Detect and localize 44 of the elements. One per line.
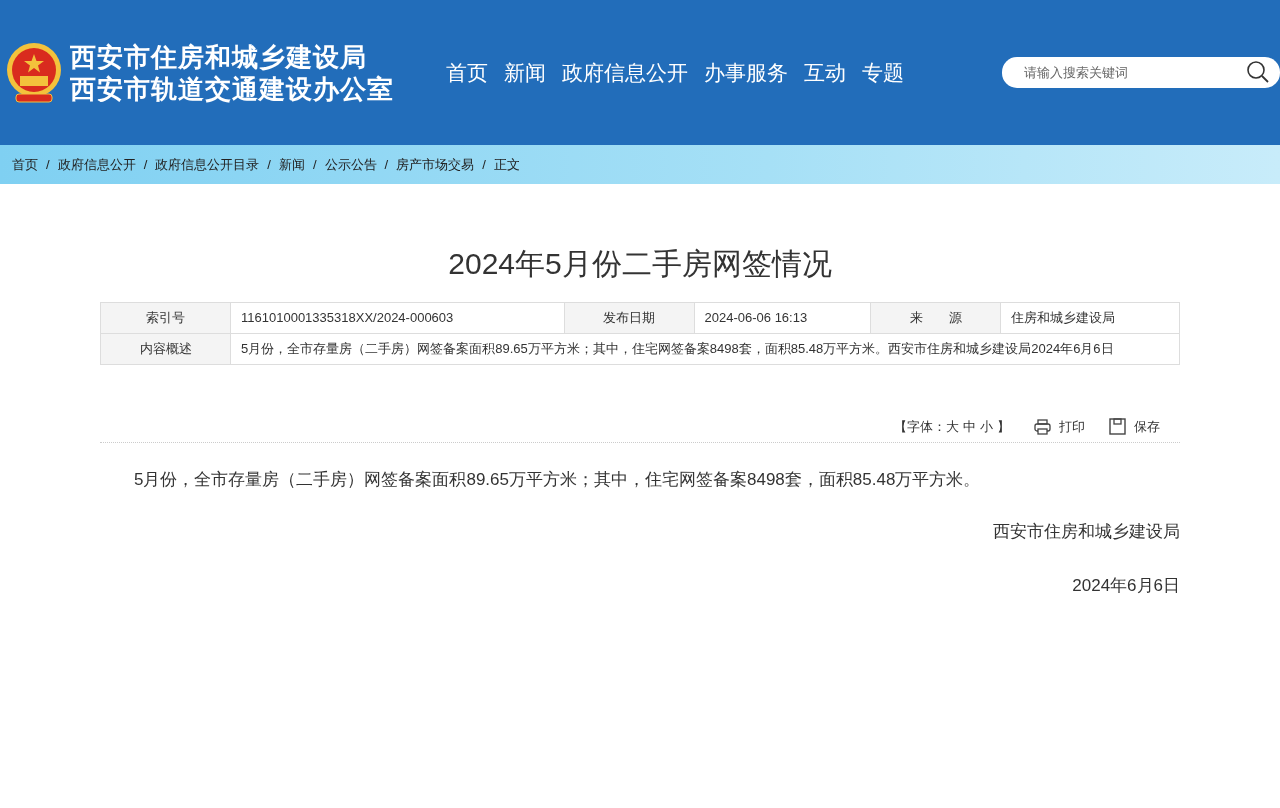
breadcrumb-separator: /: [143, 155, 148, 174]
breadcrumb-separator: /: [384, 155, 389, 174]
breadcrumb-link[interactable]: 正文: [493, 154, 520, 175]
body-paragraph: 5月份，全市存量房（二手房）网签备案面积89.65万平方米；其中，住宅网签备案8498套，面积85.48万平方米。: [133, 469, 982, 491]
meta-label: 来 源: [870, 302, 1001, 334]
signature: 西安市住房和城乡建设局: [992, 521, 1180, 543]
breadcrumb-link[interactable]: 政府信息公开: [57, 154, 136, 175]
search-field[interactable]: 请输入搜索关键词: [1002, 57, 1280, 88]
printer-icon: [1034, 418, 1051, 435]
font-size-link[interactable]: 小: [980, 416, 993, 437]
nav-link[interactable]: 新闻: [504, 56, 546, 89]
breadcrumb-link[interactable]: 首页: [12, 154, 38, 175]
nav-link[interactable]: 政府信息公开: [562, 56, 688, 89]
breadcrumb-link[interactable]: 政府信息公开目录: [155, 154, 260, 175]
print-link[interactable]: 打印: [1059, 416, 1085, 437]
article-title: 2024年5月份二手房网签情况: [447, 246, 833, 282]
search-icon[interactable]: [1246, 60, 1270, 84]
meta-value: 5月份，全市存量房（二手房）网签备案面积89.65万平方米；其中，住宅网签备案8498套，面积85.48万平方米。西安市住房和城乡建设局2024年6月6日: [230, 333, 1180, 365]
national-emblem-icon: [6, 41, 62, 104]
meta-label: 发布日期: [564, 302, 694, 334]
site-title: 西安市住房和城乡建设局: [70, 40, 368, 73]
breadcrumb-separator: /: [312, 155, 317, 174]
meta-value: 2024-06-06 16:13: [694, 302, 871, 334]
breadcrumb-separator: /: [46, 155, 50, 174]
breadcrumb-separator: /: [482, 155, 486, 174]
save-link[interactable]: 保存: [1134, 416, 1160, 437]
breadcrumb-link[interactable]: 房产市场交易: [396, 154, 475, 175]
nav-link[interactable]: 互动: [804, 56, 846, 89]
meta-value: 1161010001335318XX/2024-000603: [230, 302, 564, 334]
breadcrumb-link[interactable]: 公示公告: [324, 154, 377, 175]
nav-link[interactable]: 办事服务: [704, 56, 788, 89]
nav-link[interactable]: 专题: [862, 56, 904, 89]
meta-label: 内容概述: [100, 333, 231, 365]
font-size-link[interactable]: 大: [946, 416, 959, 437]
font-size-bracket: 】: [997, 417, 1010, 436]
meta-label: 索引号: [100, 302, 231, 334]
breadcrumb-separator: /: [267, 155, 271, 174]
nav-link[interactable]: 首页: [446, 56, 488, 89]
font-size-label: 【字体：: [894, 417, 946, 436]
breadcrumb-link[interactable]: 新闻: [278, 154, 305, 175]
font-size-link[interactable]: 中: [963, 416, 976, 437]
meta-value: 住房和城乡建设局: [1000, 302, 1180, 334]
site-title: 西安市轨道交通建设办公室: [70, 72, 394, 105]
publish-date: 2024年6月6日: [1071, 574, 1180, 597]
